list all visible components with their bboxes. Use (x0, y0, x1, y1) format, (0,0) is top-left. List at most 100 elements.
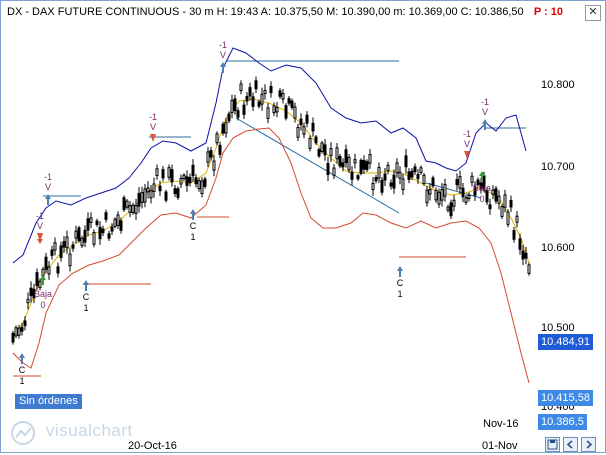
sell-signal-2: -1 V (36, 211, 44, 244)
signal-sub: 1 (190, 232, 195, 242)
candle-body (389, 182, 393, 187)
signal-label: C (19, 365, 26, 375)
candle-body (296, 126, 300, 138)
candle-body (263, 89, 267, 95)
signal-label: Baja (473, 183, 491, 193)
candle-body (467, 194, 471, 199)
candle-body (443, 183, 447, 197)
candle-body (434, 189, 438, 201)
price-tick: 10.700 (541, 161, 575, 173)
upper-band (12, 47, 527, 264)
candle-body (371, 182, 375, 190)
orders-status-badge[interactable]: Sin órdenes (15, 394, 82, 409)
signal-label: -1 (219, 40, 227, 50)
candle-body (92, 232, 96, 245)
candle-body (80, 237, 84, 247)
candle-body (281, 93, 285, 100)
candle-body (392, 174, 396, 189)
candle-body (341, 162, 345, 168)
candle-body (38, 280, 42, 289)
signal-sub: 1 (83, 303, 88, 313)
price-chart[interactable]: C 1 C 1 C 1 C 1 -1 V -1 V -1 V -1 V -1 V… (1, 23, 531, 440)
price-tick: 10.500 (541, 322, 575, 334)
candle-body (167, 167, 171, 178)
candle-body (128, 205, 132, 213)
candle-body (287, 98, 291, 104)
signal-sub: V (37, 221, 43, 231)
signal-sub: 1 (19, 376, 24, 386)
candle-body (311, 122, 315, 132)
candle-body (227, 113, 231, 122)
save-icon[interactable] (545, 437, 560, 452)
candle-body (518, 238, 522, 250)
candle-body (74, 230, 78, 239)
candle-body (209, 150, 213, 158)
candle-body (524, 252, 528, 259)
candle-body (152, 183, 156, 192)
candle-body (35, 272, 39, 287)
logo-icon (11, 421, 35, 445)
candle-body (404, 155, 408, 168)
candle-body (338, 155, 342, 167)
logo-text: visualchart (46, 421, 133, 440)
candle-body (359, 159, 363, 174)
candle-body (293, 106, 297, 119)
candle-body (140, 192, 144, 204)
candle-body (131, 204, 135, 213)
date-tick: 01-Nov (482, 440, 518, 452)
period-indicator: P : 10 (533, 6, 563, 18)
price-tick: 10.600 (541, 242, 575, 254)
sell-signal-6: -1 V (463, 129, 471, 159)
close-icon[interactable]: ✕ (585, 5, 601, 21)
chevron-left-icon[interactable] (563, 437, 578, 452)
candle-body (416, 174, 420, 180)
price-axis: 10.800 10.700 10.600 10.500 10.400 (531, 23, 605, 440)
candle-body (248, 87, 252, 97)
candle-body (512, 230, 516, 240)
candle-body (191, 164, 195, 177)
chevron-right-icon[interactable] (581, 437, 596, 452)
candle-body (155, 168, 159, 177)
signal-label: C (397, 278, 404, 288)
buy-signal-1: C 1 (19, 353, 26, 386)
candle-body (464, 197, 468, 203)
candle-body (515, 215, 519, 223)
signal-label: C (83, 292, 90, 302)
candle-body (161, 169, 165, 179)
candle-body (458, 176, 462, 189)
buy-signal-2: C 1 (83, 280, 90, 313)
candle-body (260, 93, 264, 105)
candle-body (197, 180, 201, 190)
buy-signal-3: C 1 (190, 209, 197, 242)
candle-body (407, 171, 411, 180)
signal-sub: V (45, 182, 51, 192)
candle-body (497, 195, 501, 204)
candle-body (299, 118, 303, 126)
candle-body (347, 156, 351, 171)
candle-body (284, 105, 288, 119)
title-bar: DX - DAX FUTURE CONTINUOUS - 30 m H: 19:… (1, 1, 605, 23)
signal-label: -1 (36, 211, 44, 221)
candle-body (278, 90, 282, 97)
candle-body (77, 227, 81, 242)
candle-body (101, 228, 105, 234)
candle-body (122, 197, 126, 211)
candle-body (68, 253, 72, 267)
candle-body (272, 105, 276, 114)
candle-body (488, 204, 492, 210)
date-axis: 20-Oct-16 Nov-16 01-Nov (1, 418, 531, 452)
candle-body (506, 211, 510, 225)
signal-label: C (190, 221, 197, 231)
candle-body (383, 173, 387, 181)
signal-label: -1 (481, 97, 489, 107)
signal-sub: 0 (479, 194, 484, 204)
candle-body (95, 220, 99, 225)
candle-body (413, 166, 417, 173)
candle-body (332, 167, 336, 176)
candle-body (290, 100, 294, 108)
buy-signal-4: C 1 (397, 266, 404, 299)
candle-body (41, 268, 45, 277)
candle-body (98, 226, 102, 240)
candle-body (242, 104, 246, 115)
candle-body (230, 99, 234, 114)
